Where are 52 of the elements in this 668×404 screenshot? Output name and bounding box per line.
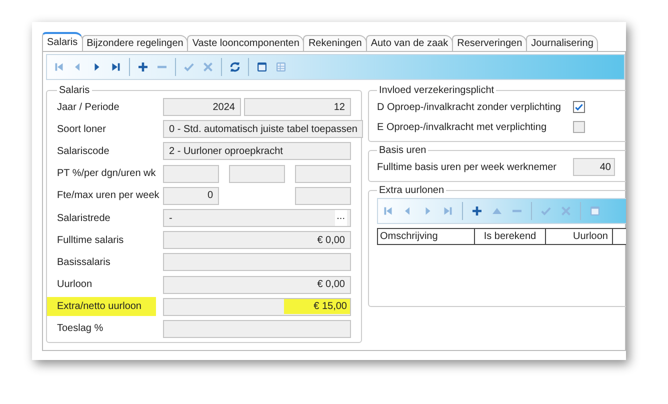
tab[interactable]: Vaste looncomponenten (187, 35, 304, 51)
input-field[interactable]: 2024 (163, 98, 241, 116)
group-title: Invloed verzekeringsplicht (378, 85, 496, 96)
input-field[interactable]: € 0,00 (163, 231, 351, 250)
input-field[interactable] (295, 164, 351, 183)
field-label: Extra/netto uurloon (47, 297, 156, 316)
form-icon[interactable] (256, 61, 268, 73)
field-label: Uurloon (57, 278, 94, 292)
tab[interactable]: Auto van de zaak (366, 35, 454, 51)
column-header[interactable]: Omschrijving (378, 229, 475, 244)
checkbox-label: D Oproep-/invalkracht zonder verplichting (377, 102, 562, 112)
field-label: Jaar / Periode (57, 100, 120, 114)
tab[interactable]: Rekeningen (303, 35, 367, 51)
group-title: Extra uurlonen (378, 185, 446, 196)
column-header[interactable]: Uurloon (546, 229, 613, 244)
input-field[interactable] (163, 253, 351, 272)
checkbox-label: E Oproep-/invalkracht met verplichting (377, 122, 548, 132)
input-field[interactable]: 40 (573, 158, 615, 176)
field-label: Salaristrede (57, 212, 112, 225)
input-field[interactable]: € 0,00 (163, 276, 351, 294)
input-field[interactable] (295, 186, 351, 205)
field-label: PT %/per dgn/uren wk (57, 167, 157, 180)
checkbox[interactable] (573, 101, 585, 113)
field-label: Toeslag % (57, 322, 104, 336)
input-field[interactable]: 2 - Uurloner oproepkracht (163, 142, 351, 160)
field-label: Fte/max uren per week (57, 189, 160, 202)
input-field[interactable]: 12 (244, 98, 351, 116)
input-field[interactable]: 0 - Std. automatisch juiste tabel toepassen (163, 120, 364, 138)
tab[interactable]: Salaris (42, 32, 83, 51)
lookup-button[interactable]: ... (334, 210, 347, 226)
field-label: Fulltime salaris (57, 234, 125, 247)
group-title: Basis uren (378, 145, 428, 156)
input-field[interactable]: 0 (163, 186, 219, 205)
field-label: Basissalaris (57, 256, 112, 269)
tab[interactable]: Journalisering (526, 35, 598, 51)
field-label: Soort loner (57, 122, 107, 136)
field-label: Salariscode (57, 144, 110, 158)
input-field[interactable] (229, 164, 285, 183)
plus-icon[interactable] (471, 205, 483, 217)
plus-icon[interactable] (137, 61, 149, 73)
checkbox[interactable] (573, 121, 585, 133)
column-header[interactable]: Is berekend (475, 229, 546, 244)
input-field[interactable]: € 15,00 (163, 298, 351, 316)
group-title: Salaris (58, 85, 91, 96)
input-field[interactable] (163, 320, 351, 338)
refresh-icon[interactable] (229, 61, 241, 73)
tab[interactable]: Bijzondere regelingen (82, 35, 188, 51)
input-field[interactable]: - ... (163, 209, 351, 228)
last-icon[interactable] (110, 61, 122, 73)
tab[interactable]: Reserveringen (452, 35, 528, 51)
input-field[interactable] (163, 164, 219, 183)
field-label: Fulltime basis uren per week werknemer (377, 162, 558, 172)
